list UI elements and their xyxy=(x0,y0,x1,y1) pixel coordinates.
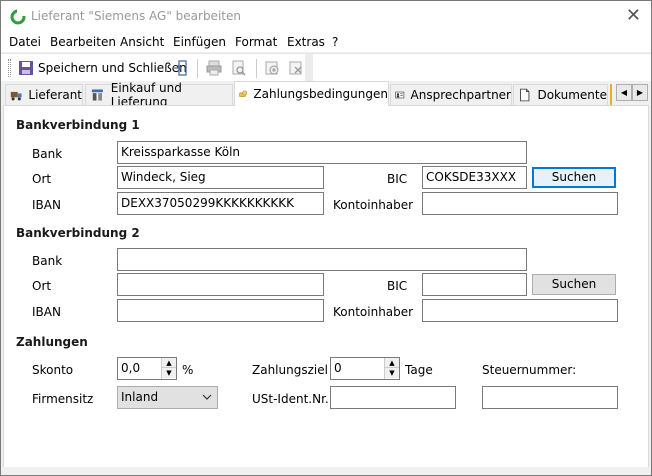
bank2-holder-input[interactable] xyxy=(422,299,618,322)
ust-id-input[interactable] xyxy=(330,386,456,409)
menu-bearbeiten[interactable]: Bearbeiten xyxy=(50,35,116,49)
tab-overflow-edge xyxy=(610,84,614,105)
tab-einkauf-lieferung[interactable]: Einkauf und Lieferung xyxy=(85,81,233,109)
title-bar: Lieferant "Siemens AG" bearbeiten ✕ xyxy=(1,1,651,32)
bank2-bank-input[interactable] xyxy=(117,248,527,271)
tab-scroll-left-button[interactable]: ◀ xyxy=(616,84,632,101)
section-bank1-title: Bankverbindung 1 xyxy=(16,118,140,132)
bank2-ort-label: Ort xyxy=(32,279,52,293)
menu-help[interactable]: ? xyxy=(332,35,338,49)
chevron-down-icon[interactable]: ▼ xyxy=(162,368,176,378)
chevron-up-icon[interactable]: ▲ xyxy=(385,358,399,368)
tab-bar: Lieferant Einkauf und Lieferung Zahlungs… xyxy=(1,81,651,109)
app-logo-icon xyxy=(10,9,26,25)
percent-label: % xyxy=(182,363,194,377)
bank2-search-button[interactable]: Suchen xyxy=(532,274,616,295)
new-record-icon[interactable] xyxy=(263,59,281,77)
zahlungsziel-stepper[interactable]: 0 ▲ ▼ xyxy=(330,357,400,380)
bank2-holder-label: Kontoinhaber xyxy=(333,305,414,319)
chevron-up-icon[interactable]: ▲ xyxy=(162,358,176,368)
status-bar xyxy=(1,467,651,475)
tab-content-zahlungsbedingungen: Bankverbindung 1 Bank Kreissparkasse Köl… xyxy=(3,105,649,473)
steuernummer-label: Steuernummer: xyxy=(482,363,577,377)
bank1-bank-input[interactable]: Kreissparkasse Köln xyxy=(117,141,527,164)
toolbar: Speichern und Schließen xyxy=(1,53,651,82)
bank1-iban-label: IBAN xyxy=(32,198,61,212)
chevron-down-icon[interactable]: ▼ xyxy=(385,368,399,378)
zahlungsziel-stepper-arrows: ▲ ▼ xyxy=(384,358,399,379)
section-payments-title: Zahlungen xyxy=(16,335,88,349)
menu-datei[interactable]: Datei xyxy=(9,35,41,49)
chevron-right-icon: ▶ xyxy=(636,88,644,97)
chevron-down-icon xyxy=(202,394,212,400)
tab-ansprechpartner[interactable]: Ansprechpartner xyxy=(390,84,512,105)
skonto-value: 0,0 xyxy=(121,361,141,375)
bank2-ort-input[interactable] xyxy=(117,273,324,296)
close-icon[interactable]: ✕ xyxy=(626,7,641,25)
bank1-bank-label: Bank xyxy=(32,147,63,161)
bank2-iban-input[interactable] xyxy=(117,299,324,322)
zahlungsziel-value: 0 xyxy=(334,361,342,375)
save-and-close-label: Speichern und Schließen xyxy=(38,61,187,75)
skonto-label: Skonto xyxy=(32,363,74,377)
ust-id-label: USt-Ident.Nr. xyxy=(252,392,329,406)
firmensitz-label: Firmensitz xyxy=(32,392,94,406)
skonto-stepper[interactable]: 0,0 ▲ ▼ xyxy=(117,357,177,380)
menu-bar: Datei Bearbeiten Ansicht Einfügen Format… xyxy=(1,32,651,52)
document-icon xyxy=(520,88,530,102)
truck-icon xyxy=(10,91,22,101)
steuernummer-input[interactable] xyxy=(482,386,618,409)
tab-scroll-right-button[interactable]: ▶ xyxy=(632,84,648,101)
toolbar-separator xyxy=(256,59,257,78)
save-icon xyxy=(19,61,33,75)
print-preview-icon[interactable] xyxy=(230,59,248,77)
bank1-bic-label: BIC xyxy=(387,172,408,186)
toolbar-separator xyxy=(197,59,198,78)
print-icon[interactable] xyxy=(205,59,223,77)
export-icon[interactable] xyxy=(171,59,189,77)
tab-lieferant[interactable]: Lieferant xyxy=(5,84,83,105)
bank1-bic-input[interactable]: COKSDE33XXX xyxy=(422,166,527,189)
bank1-ort-input[interactable]: Windeck, Sieg xyxy=(117,166,324,189)
firmensitz-select[interactable]: Inland xyxy=(117,386,218,409)
save-and-close-button[interactable]: Speichern und Schließen xyxy=(18,59,187,77)
bank1-holder-input[interactable] xyxy=(422,192,618,215)
menu-format[interactable]: Format xyxy=(235,35,277,49)
tage-label: Tage xyxy=(405,363,433,377)
bank1-search-button[interactable]: Suchen xyxy=(532,167,616,188)
zahlungsziel-label: Zahlungsziel xyxy=(252,363,328,377)
tab-label: Dokumente xyxy=(537,88,607,102)
window-title: Lieferant "Siemens AG" bearbeiten xyxy=(31,9,241,23)
tab-zahlungsbedingungen[interactable]: Zahlungsbedingungen xyxy=(234,81,389,106)
bank1-holder-label: Kontoinhaber xyxy=(333,198,414,212)
tab-label: Lieferant xyxy=(28,88,82,102)
menu-extras[interactable]: Extras xyxy=(287,35,325,49)
contact-card-icon xyxy=(395,91,405,99)
toolbar-end xyxy=(305,54,313,82)
warehouse-icon xyxy=(91,89,103,101)
section-bank2-title: Bankverbindung 2 xyxy=(16,226,140,240)
bank1-ort-label: Ort xyxy=(32,172,52,186)
menu-ansicht[interactable]: Ansicht xyxy=(120,35,164,49)
bank2-iban-label: IBAN xyxy=(32,305,61,319)
delete-record-icon[interactable] xyxy=(287,59,305,77)
tab-dokumente[interactable]: Dokumente xyxy=(513,84,608,105)
chevron-left-icon: ◀ xyxy=(620,88,628,97)
money-icon xyxy=(239,90,248,97)
tab-label: Zahlungsbedingungen xyxy=(253,87,388,101)
bank1-iban-input[interactable]: DEXX37050299KKKKKKKKKK xyxy=(117,192,324,215)
window: Lieferant "Siemens AG" bearbeiten ✕ Date… xyxy=(0,0,652,476)
firmensitz-value: Inland xyxy=(121,390,159,404)
bank2-bank-label: Bank xyxy=(32,254,63,268)
menu-einfuegen[interactable]: Einfügen xyxy=(173,35,226,49)
bank2-bic-input[interactable] xyxy=(422,273,527,296)
tab-label: Ansprechpartner xyxy=(410,88,511,102)
skonto-stepper-arrows: ▲ ▼ xyxy=(161,358,176,379)
bank2-bic-label: BIC xyxy=(387,279,408,293)
toolbar-grip xyxy=(8,59,11,77)
